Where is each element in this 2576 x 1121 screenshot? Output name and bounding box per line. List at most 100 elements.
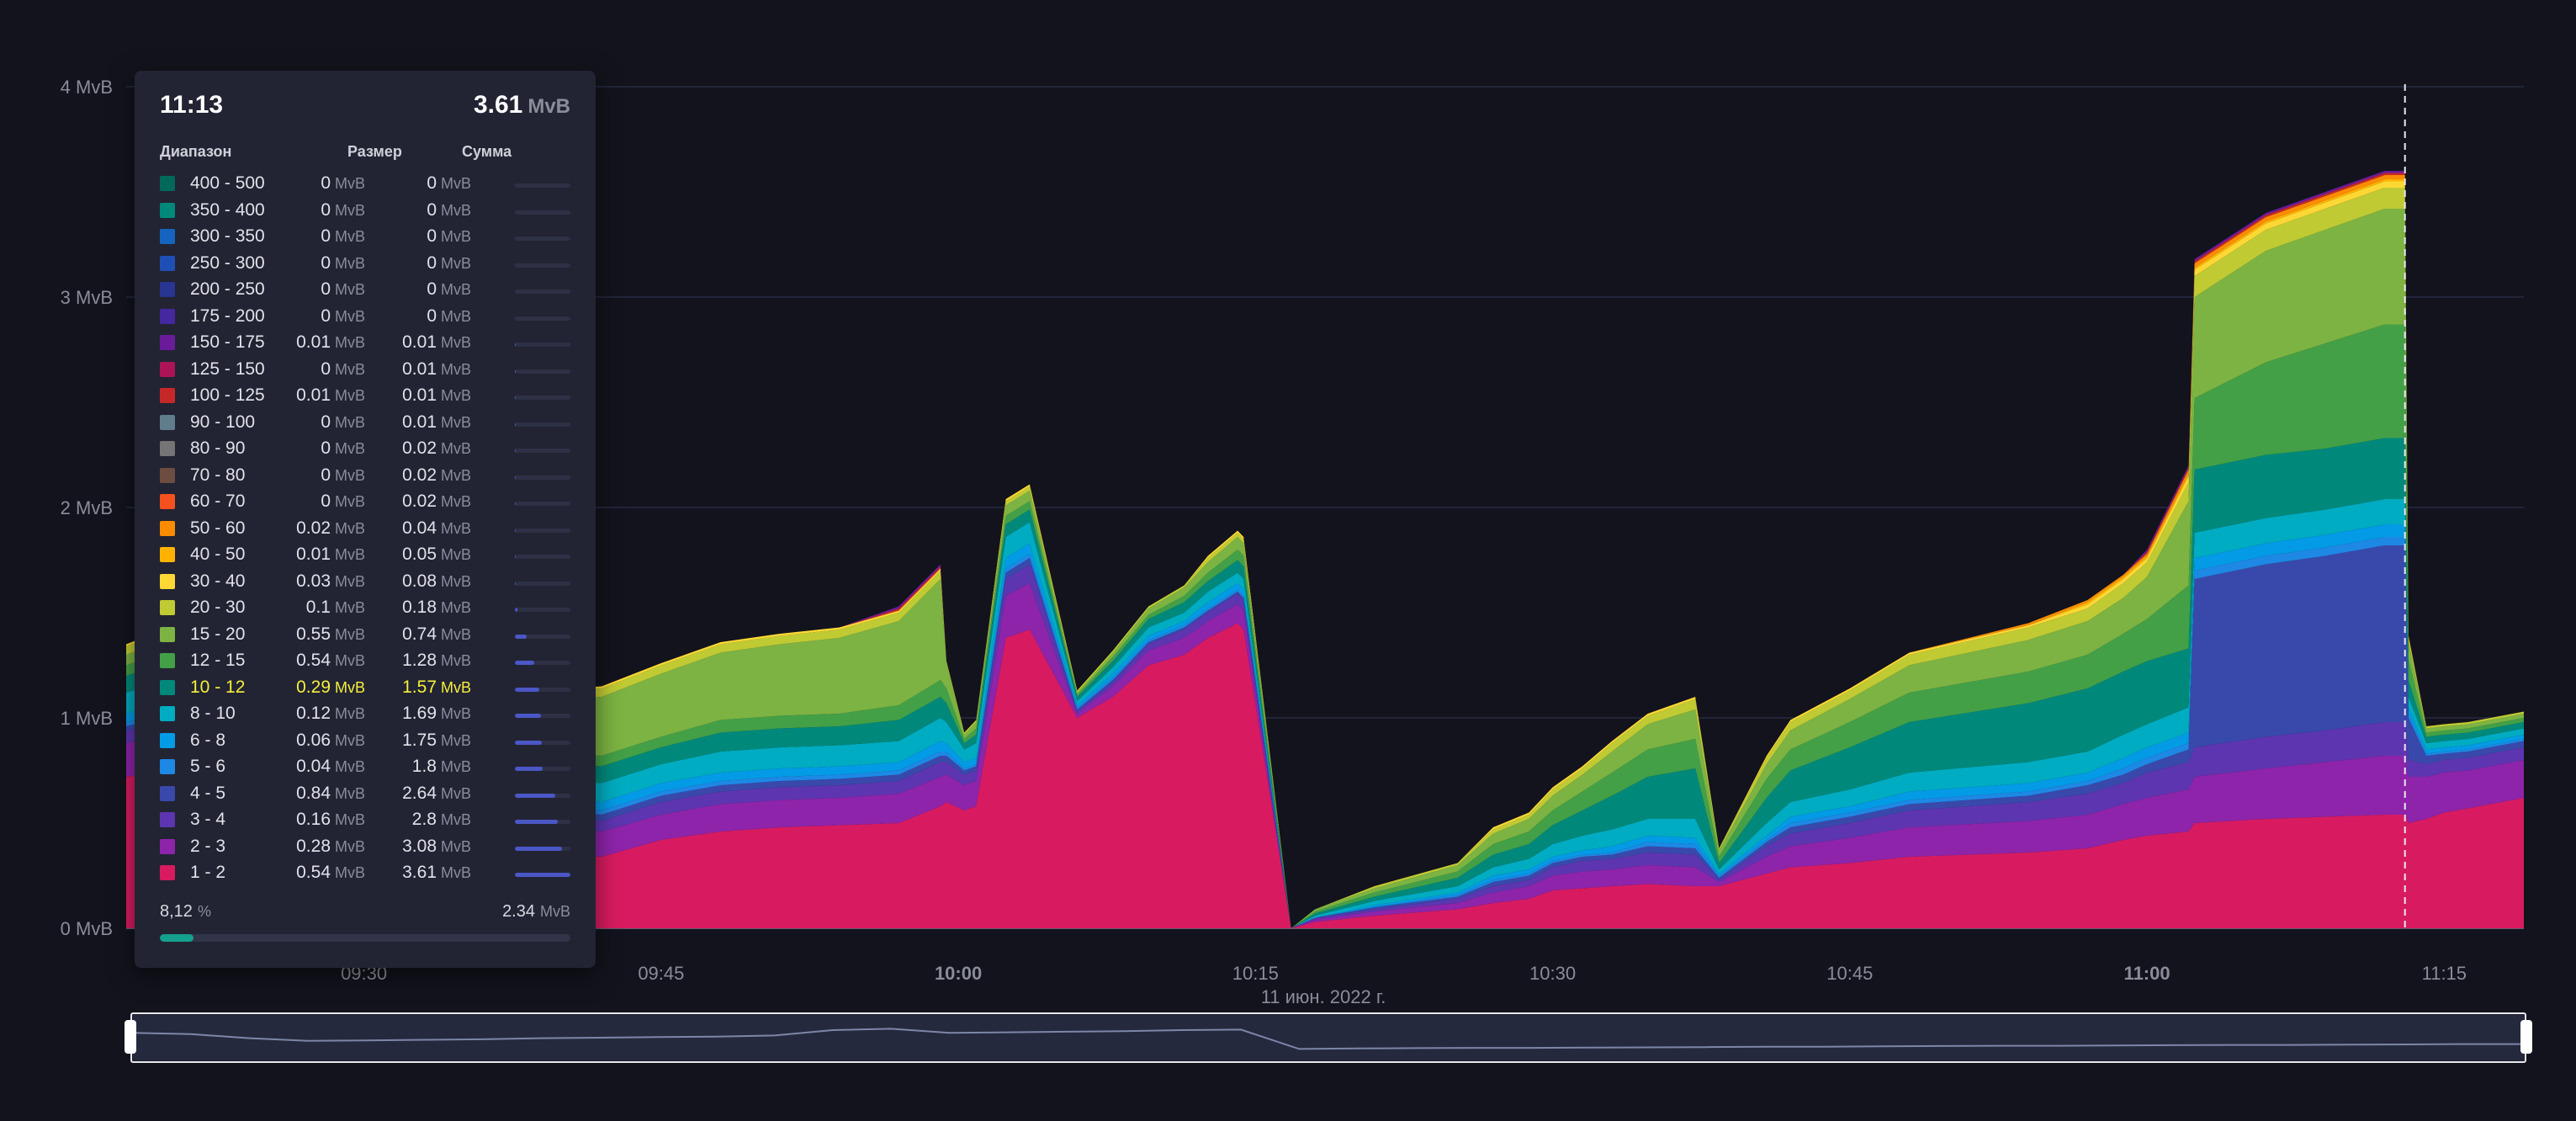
size-value: 0 MvB bbox=[321, 200, 365, 220]
size-number: 0 bbox=[321, 305, 331, 326]
size-number: 0 bbox=[321, 438, 331, 458]
range-label: 15 - 20 bbox=[190, 624, 246, 644]
size-unit: MvB bbox=[335, 387, 365, 404]
range-navigator[interactable] bbox=[125, 1012, 2532, 1063]
size-value: 0.06 MvB bbox=[296, 731, 365, 751]
tooltip-row: 150 - 175 0.01 MvB 0.01 MvB bbox=[160, 331, 580, 358]
range-label: 6 - 8 bbox=[190, 730, 226, 750]
size-value: 0.02 MvB bbox=[296, 518, 365, 539]
size-unit: MvB bbox=[335, 360, 365, 378]
sum-number: 0.74 bbox=[402, 624, 437, 644]
range-label: 30 - 40 bbox=[190, 571, 246, 591]
sum-number: 3.08 bbox=[402, 836, 437, 856]
sum-unit: MvB bbox=[441, 731, 471, 749]
sum-value: 0.74 MvB bbox=[402, 624, 471, 645]
size-value: 0 MvB bbox=[321, 306, 365, 327]
size-value: 0.28 MvB bbox=[296, 837, 365, 857]
size-unit: MvB bbox=[335, 864, 365, 881]
date-label: 11 июн. 2022 г. bbox=[1261, 986, 1386, 1007]
sum-value: 1.28 MvB bbox=[402, 651, 471, 671]
tooltip-row: 4 - 5 0.84 MvB 2.64 MvB bbox=[160, 782, 580, 809]
sum-value: 0.18 MvB bbox=[402, 598, 471, 618]
range-label: 3 - 4 bbox=[190, 810, 226, 829]
sum-value: 0 MvB bbox=[427, 306, 471, 327]
sum-bar-fill bbox=[515, 687, 539, 692]
range-label: 350 - 400 bbox=[190, 199, 265, 220]
sum-value: 2.8 MvB bbox=[412, 810, 471, 830]
range-label: 5 - 6 bbox=[190, 757, 226, 776]
series-swatch bbox=[160, 679, 175, 695]
tooltip-row: 125 - 150 0 MvB 0.01 MvB bbox=[160, 358, 580, 385]
size-unit: MvB bbox=[335, 731, 365, 749]
navigator-right-handle[interactable] bbox=[2520, 1020, 2532, 1054]
sum-number: 3.61 bbox=[402, 863, 437, 882]
tooltip-row: 2 - 3 0.28 MvB 3.08 MvB bbox=[160, 835, 580, 862]
series-swatch bbox=[160, 229, 175, 244]
range-label: 400 - 500 bbox=[190, 173, 265, 193]
range-label: 100 - 125 bbox=[190, 385, 265, 405]
size-unit: MvB bbox=[335, 599, 365, 616]
sum-number: 0.02 bbox=[402, 491, 437, 511]
footer-total-value: 2.34 bbox=[502, 902, 535, 921]
tooltip-row: 10 - 12 0.29 MvB 1.57 MvB bbox=[160, 676, 580, 703]
footer-total-unit: MvB bbox=[540, 903, 570, 920]
size-unit: MvB bbox=[335, 201, 365, 219]
sum-bar bbox=[515, 449, 570, 453]
sum-unit: MvB bbox=[441, 360, 471, 378]
sum-number: 0.01 bbox=[402, 332, 437, 352]
sum-number: 0 bbox=[427, 305, 437, 326]
size-value: 0 MvB bbox=[321, 253, 365, 274]
sum-unit: MvB bbox=[441, 758, 471, 775]
range-label: 60 - 70 bbox=[190, 491, 246, 511]
size-value: 0 MvB bbox=[321, 279, 365, 300]
series-swatch bbox=[160, 706, 175, 721]
sum-unit: MvB bbox=[441, 413, 471, 431]
size-number: 0.54 bbox=[296, 863, 331, 882]
sum-bar bbox=[515, 502, 570, 506]
size-unit: MvB bbox=[335, 705, 365, 722]
sum-bar bbox=[515, 475, 570, 480]
sum-value: 3.08 MvB bbox=[402, 837, 471, 857]
sum-bar bbox=[515, 793, 570, 798]
sum-unit: MvB bbox=[441, 307, 471, 325]
sum-bar bbox=[515, 555, 570, 559]
size-value: 0.16 MvB bbox=[296, 810, 365, 830]
sum-value: 0 MvB bbox=[427, 279, 471, 300]
size-number: 0.1 bbox=[305, 598, 331, 617]
y-axis: 0 MvB 1 MvB 2 MvB 3 MvB 4 MvB bbox=[61, 77, 113, 939]
sum-number: 2.8 bbox=[411, 810, 437, 829]
size-unit: MvB bbox=[335, 254, 365, 272]
range-label: 125 - 150 bbox=[190, 359, 265, 379]
size-number: 0 bbox=[321, 173, 331, 193]
size-unit: MvB bbox=[335, 175, 365, 192]
sum-bar bbox=[515, 183, 570, 188]
size-value: 0.01 MvB bbox=[296, 545, 365, 565]
sum-number: 0.02 bbox=[402, 438, 437, 458]
tooltip-row: 300 - 350 0 MvB 0 MvB bbox=[160, 225, 580, 252]
sum-bar-fill bbox=[515, 661, 535, 665]
sum-unit: MvB bbox=[441, 281, 471, 298]
sum-value: 0 MvB bbox=[427, 253, 471, 274]
sum-number: 1.69 bbox=[402, 704, 437, 723]
footer-total: 2.34 MvB bbox=[502, 902, 570, 922]
sum-unit: MvB bbox=[441, 519, 471, 537]
range-label: 40 - 50 bbox=[190, 545, 246, 564]
sum-number: 0.01 bbox=[402, 385, 437, 405]
series-swatch bbox=[160, 653, 175, 668]
navigator-selection[interactable] bbox=[133, 1015, 2524, 1060]
size-value: 0 MvB bbox=[321, 438, 365, 459]
sum-number: 0.05 bbox=[402, 545, 437, 564]
size-number: 0.84 bbox=[296, 783, 331, 803]
sum-bar-fill bbox=[515, 714, 541, 718]
sum-value: 0.08 MvB bbox=[402, 571, 471, 592]
sum-number: 1.75 bbox=[402, 730, 437, 750]
navigator-left-handle[interactable] bbox=[125, 1020, 136, 1054]
sum-unit: MvB bbox=[441, 678, 471, 696]
size-unit: MvB bbox=[335, 440, 365, 457]
y-tick-label: 4 MvB bbox=[61, 77, 113, 98]
sum-bar bbox=[515, 343, 570, 347]
sum-bar-fill bbox=[515, 820, 559, 824]
sum-bar bbox=[515, 608, 570, 612]
tooltip-row: 250 - 300 0 MvB 0 MvB bbox=[160, 252, 580, 279]
size-unit: MvB bbox=[335, 678, 365, 696]
